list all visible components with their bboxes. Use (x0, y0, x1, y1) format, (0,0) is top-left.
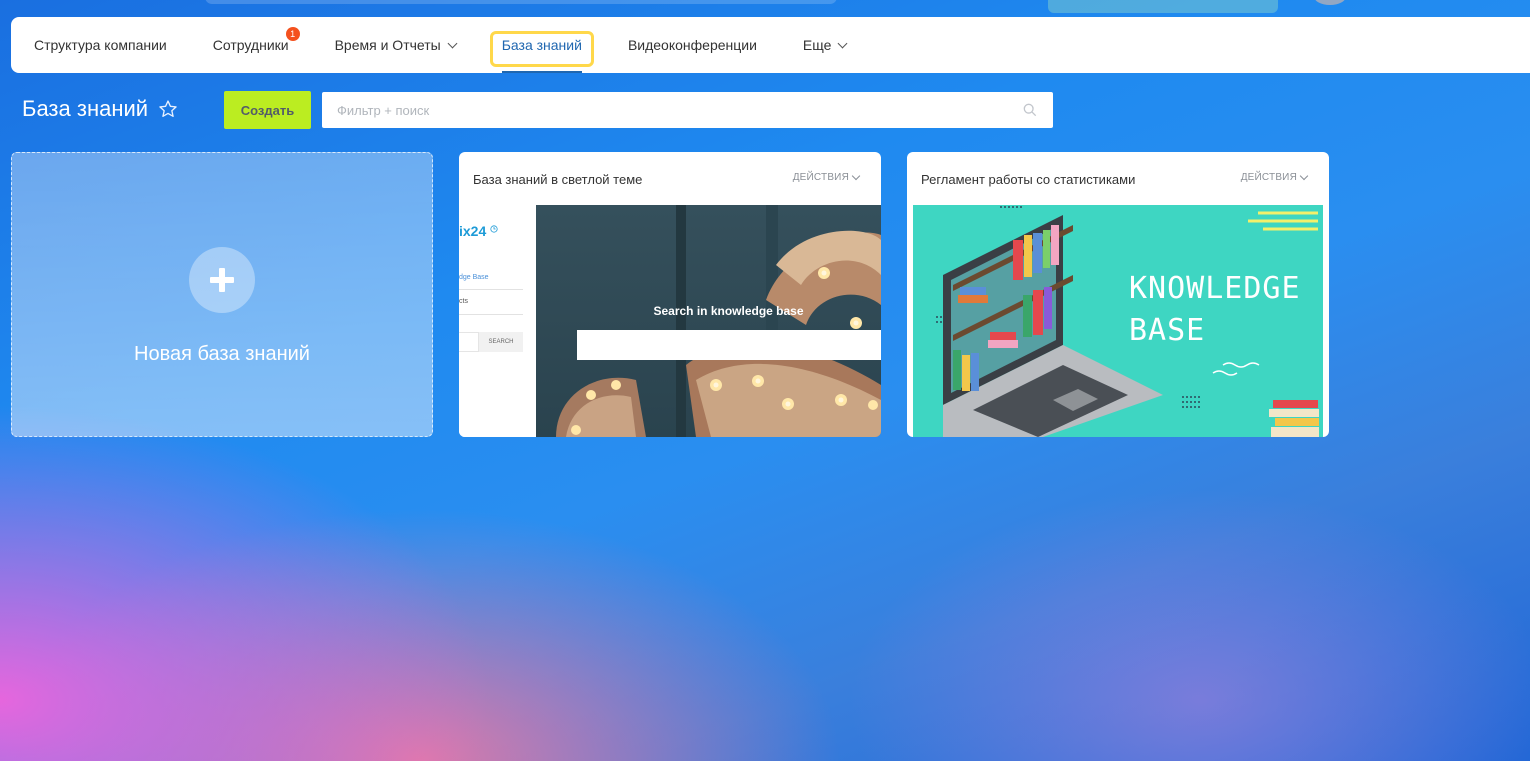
create-button[interactable]: Создать (224, 91, 311, 129)
chevron-down-icon (837, 38, 848, 48)
laptop-books-illustration (936, 206, 1319, 437)
search-icon[interactable] (1023, 103, 1037, 117)
active-tab-indicator (501, 71, 582, 73)
preview-link: dge Base (459, 274, 489, 281)
card-preview-image: ix24 dge Base cts SEARCH Search in knowl… (459, 205, 881, 437)
nav-item-label: Структура компании (34, 37, 167, 53)
preview-hero: Search in knowledge base (536, 205, 881, 437)
chevron-down-icon (447, 38, 458, 48)
actions-label: ДЕЙСТВИЯ (792, 172, 849, 183)
preview-logo: ix24 (459, 223, 498, 239)
portal-clock-widget[interactable] (1048, 0, 1278, 13)
card-preview-image: KNOWLEDGE BASE (907, 205, 1329, 437)
nav-item-videoconference[interactable]: Видеоконференции (628, 17, 757, 73)
nav-item-time-reports[interactable]: Время и Отчеты (334, 17, 458, 73)
nav-item-label: Видеоконференции (627, 37, 757, 53)
page-title-text: База знаний (22, 96, 149, 121)
user-avatar[interactable] (1314, 0, 1346, 5)
page-title: База знаний (22, 96, 178, 122)
preview-heading: Search in knowledge base (653, 304, 804, 318)
knowledge-base-card[interactable]: База знаний в светлой теме ДЕЙСТВИЯ ix24… (459, 152, 881, 437)
preview-search-button: SEARCH (479, 332, 523, 352)
clock-icon (490, 225, 498, 233)
card-actions-dropdown[interactable]: ДЕЙСТВИЯ (1240, 171, 1309, 183)
notification-badge: 1 (285, 27, 300, 41)
highlight-frame (489, 31, 594, 67)
actions-label: ДЕЙСТВИЯ (1240, 172, 1297, 183)
preview-sidebar: ix24 dge Base cts SEARCH (459, 205, 536, 437)
preview-text: cts (459, 298, 468, 305)
chevron-down-icon (851, 171, 861, 180)
portal-search-bar[interactable] (205, 0, 837, 4)
card-actions-dropdown[interactable]: ДЕЙСТВИЯ (792, 171, 861, 183)
portal-header-strip (0, 0, 1530, 17)
new-card-label: Новая база знаний (134, 343, 310, 365)
section-nav: Структура компании Сотрудники 1 Время и … (11, 17, 1530, 73)
nav-item-label: Время и Отчеты (334, 37, 441, 53)
divider (459, 314, 523, 315)
plus-icon (189, 247, 255, 313)
preview-background: KNOWLEDGE BASE (913, 205, 1323, 437)
nav-item-label: Еще (802, 37, 832, 53)
divider (459, 289, 523, 290)
card-title: База знаний в светлой теме (473, 172, 643, 187)
nav-item-knowledge-base[interactable]: База знаний (489, 17, 594, 73)
filter-search-input[interactable] (322, 92, 1002, 128)
preview-title-line1: KNOWLEDGE (1129, 271, 1301, 306)
marquee-letters-illustration (556, 205, 881, 437)
preview-search-bar (577, 330, 881, 360)
nav-item-label: Сотрудники (212, 37, 289, 53)
filter-search-box (322, 92, 1053, 128)
star-icon[interactable] (158, 99, 178, 119)
nav-item-employees[interactable]: Сотрудники 1 (212, 17, 300, 73)
chevron-down-icon (1299, 171, 1309, 180)
knowledge-base-card[interactable]: Регламент работы со статистиками ДЕЙСТВИ… (907, 152, 1329, 437)
card-title: Регламент работы со статистиками (921, 172, 1136, 187)
preview-title-line2: BASE (1129, 313, 1206, 348)
new-knowledge-base-card[interactable]: Новая база знаний (11, 152, 433, 437)
nav-item-company-structure[interactable]: Структура компании (34, 17, 167, 73)
nav-item-more[interactable]: Еще (802, 17, 848, 73)
preview-search-field (459, 332, 479, 352)
